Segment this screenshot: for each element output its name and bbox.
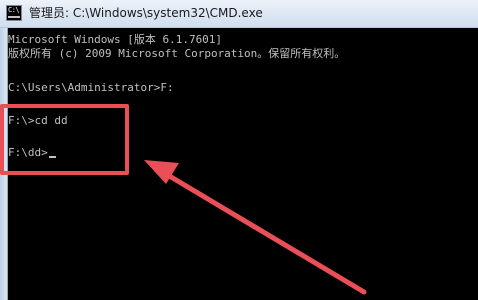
text-cursor bbox=[48, 156, 56, 158]
window-title: 管理员: C:\Windows\system32\CMD.exe bbox=[29, 6, 263, 20]
console-line-switch-drive: C:\Users\Administrator>F: bbox=[8, 81, 174, 94]
window-left-border bbox=[0, 28, 8, 300]
console-line-cd-command: F:\>cd dd bbox=[8, 114, 68, 127]
console-line-copyright: 版权所有 (c) 2009 Microsoft Corporation。保留所有… bbox=[8, 47, 346, 60]
cmd-icon: C:\ bbox=[6, 5, 22, 21]
prompt-text: F:\dd> bbox=[8, 146, 48, 159]
cmd-icon-text: C:\ bbox=[8, 6, 20, 14]
cmd-window: C:\ 管理员: C:\Windows\system32\CMD.exe Mic… bbox=[0, 0, 478, 300]
console-area[interactable]: Microsoft Windows [版本 6.1.7601] 版权所有 (c)… bbox=[8, 28, 478, 300]
window-titlebar[interactable]: C:\ 管理员: C:\Windows\system32\CMD.exe bbox=[0, 0, 478, 28]
console-line-version: Microsoft Windows [版本 6.1.7601] bbox=[8, 33, 223, 46]
cmd-icon-bar bbox=[8, 16, 20, 18]
console-line-prompt: F:\dd> bbox=[8, 146, 56, 160]
